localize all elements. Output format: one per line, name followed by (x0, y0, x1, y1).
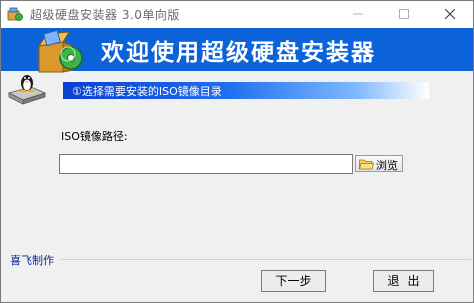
title-bar[interactable]: 超级硬盘安装器 3.0单向版 (1, 1, 473, 28)
browse-label: 浏览 (376, 159, 398, 172)
maximize-button[interactable] (381, 1, 427, 28)
close-icon (445, 9, 455, 19)
window-title: 超级硬盘安装器 3.0单向版 (30, 8, 180, 22)
exit-button[interactable]: 退出 (373, 270, 434, 292)
next-button[interactable]: 下一步 (261, 270, 326, 292)
iso-path-input[interactable] (59, 154, 353, 174)
app-icon (7, 7, 23, 21)
minimize-button[interactable] (335, 1, 381, 28)
installer-box-icon (37, 29, 83, 73)
step-indicator: ①选择需要安装的ISO镜像目录 (63, 82, 429, 99)
step-text: ①选择需要安装的ISO镜像目录 (72, 85, 222, 98)
header-banner: 欢迎使用超级硬盘安装器 (1, 28, 473, 73)
footer-divider (61, 259, 471, 260)
banner-title: 欢迎使用超级硬盘安装器 (101, 40, 376, 66)
iso-path-label: ISO镜像路径: (61, 130, 128, 143)
installer-window: 超级硬盘安装器 3.0单向版 欢迎使用超级硬盘安装器 ①选择需要安装的ISO镜像… (0, 0, 474, 303)
minimize-icon (353, 13, 363, 15)
maximize-icon (399, 9, 409, 19)
close-button[interactable] (427, 1, 473, 28)
browse-button[interactable]: 浏览 (355, 155, 403, 172)
folder-icon (359, 159, 374, 170)
hard-disk-linux-icon (7, 75, 47, 105)
author-credit: 喜飞制作 (10, 254, 54, 267)
